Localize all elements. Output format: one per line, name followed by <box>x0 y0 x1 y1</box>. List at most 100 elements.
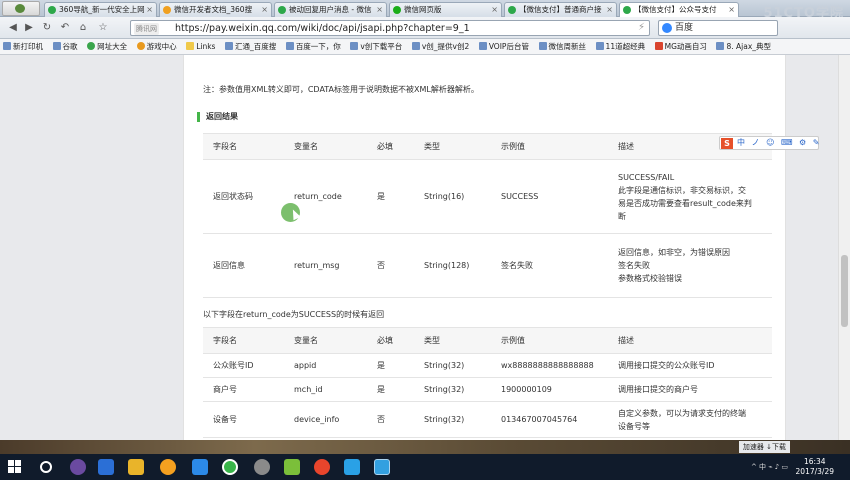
cortana-icon[interactable] <box>40 461 52 473</box>
search-box[interactable]: 百度 <box>658 20 778 36</box>
field-type: String(16) <box>414 159 491 234</box>
col-header: 类型 <box>414 327 491 354</box>
bookmark-item[interactable]: 网址大全 <box>84 39 131 54</box>
browser-360-icon[interactable] <box>222 459 238 475</box>
bookmark-item[interactable]: 8. Ajax_典型 <box>713 39 775 54</box>
page-icon <box>87 42 96 50</box>
bookmark-item[interactable]: VOIP后台管 <box>476 39 533 54</box>
app-icon[interactable] <box>344 459 360 475</box>
bookmark-item[interactable]: 微信周新丝 <box>536 39 591 54</box>
back-icon[interactable]: ◀ <box>6 21 20 35</box>
taskbar-clock[interactable]: 16:34 2017/3/29 <box>796 457 834 477</box>
tab-360-nav[interactable]: 360导航_新一代安全上网 × <box>44 2 157 17</box>
close-icon[interactable]: × <box>491 3 498 16</box>
bookmark-item[interactable]: Links <box>183 39 219 54</box>
sogou-logo-icon[interactable]: S <box>721 138 733 149</box>
col-header: 字段名 <box>203 327 284 354</box>
tab-wechat-web[interactable]: 微信网页版 × <box>389 2 502 17</box>
field-required: 是 <box>367 377 414 402</box>
system-tray[interactable]: ^ 中 ⌁ ♪ ▭ <box>751 462 788 472</box>
col-header: 必填 <box>367 327 414 354</box>
bookmark-item[interactable]: 游戏中心 <box>134 39 181 54</box>
bookmark-label: 游戏中心 <box>146 42 177 51</box>
browser-status[interactable]: 加速器 ↓下载 <box>738 441 790 453</box>
field-name: 返回信息 <box>203 233 284 298</box>
bookmark-item[interactable]: 新打印机 <box>0 39 47 54</box>
tab-favicon-icon <box>393 6 401 14</box>
success-fields-table: 字段名 变量名 必填 类型 示例值 描述 公众账号ID appid 是 Stri… <box>203 327 772 438</box>
bookmark-item[interactable]: v创_提供v创2 <box>409 39 473 54</box>
table-header-row: 字段名 变量名 必填 类型 示例值 描述 <box>203 327 772 354</box>
bookmark-label: VOIP后台管 <box>488 42 529 51</box>
desc-line: 返回信息，如非空，为错误原因 <box>618 248 730 257</box>
tab-wxpay-merchant[interactable]: 【微信支付】普通商户接 × <box>504 2 617 17</box>
app-icon[interactable] <box>192 459 208 475</box>
field-var: return_msg <box>284 233 367 298</box>
webstorm-icon[interactable] <box>374 459 390 475</box>
tab-passive-reply[interactable]: 被动回复用户消息 - 微信 × <box>274 2 387 17</box>
xml-note: 注：参数值用XML转义即可，CDATA标签用于说明数据不被XML解析器解析。 <box>203 85 479 94</box>
browser-logo-icon[interactable] <box>2 1 40 16</box>
field-var: mch_id <box>284 377 367 402</box>
col-header: 字段名 <box>203 133 284 160</box>
close-icon[interactable]: × <box>261 3 268 16</box>
ime-toolbar[interactable]: S 中 ノ ☺ ⌨ ⚙ ✎ <box>719 136 819 150</box>
windows-start-icon[interactable] <box>8 460 21 473</box>
col-header: 示例值 <box>491 133 608 160</box>
lightning-icon[interactable]: ⚡ <box>638 22 645 33</box>
bookmark-label: 网址大全 <box>97 42 128 51</box>
field-var: return_code <box>284 159 367 234</box>
tab-wechat-docs[interactable]: 微信开发者文档_360搜 × <box>159 2 272 17</box>
tab-favicon-icon <box>623 6 631 14</box>
file-explorer-icon[interactable] <box>128 459 144 475</box>
vertical-scrollbar[interactable] <box>838 55 850 440</box>
app-icon[interactable] <box>284 459 300 475</box>
bookmark-item[interactable]: v创下载平台 <box>347 39 406 54</box>
task-view-icon[interactable] <box>98 459 114 475</box>
ime-toolbar-items[interactable]: 中 ノ ☺ ⌨ ⚙ ✎ <box>737 137 821 149</box>
tab-label: 被动回复用户消息 - 微信 <box>289 5 372 14</box>
close-icon[interactable]: × <box>606 3 613 16</box>
navigation-bar: ◀ ▶ ↻ ↶ ⌂ ☆ 腾讯网 https://pay.weixin.qq.co… <box>0 17 850 39</box>
bookmark-item[interactable]: 百度一下，你 <box>283 39 345 54</box>
page-icon <box>285 42 294 50</box>
success-fields-note: 以下字段在return_code为SUCCESS的时候有返回 <box>203 310 385 319</box>
bookmark-item[interactable]: MG动画自习 <box>652 39 711 54</box>
refresh-icon[interactable]: ↻ <box>40 21 54 35</box>
bookmark-item[interactable]: 汇通_百度搜 <box>222 39 280 54</box>
field-desc: 调用接口提交的公众账号ID <box>608 353 772 378</box>
chrome-icon[interactable] <box>314 459 330 475</box>
page-icon <box>478 42 487 50</box>
page-icon <box>538 42 547 50</box>
address-bar[interactable]: 腾讯网 https://pay.weixin.qq.com/wiki/doc/a… <box>130 20 650 36</box>
scroll-thumb[interactable] <box>841 255 848 327</box>
field-example: 1900000109 <box>491 377 608 402</box>
clock-date: 2017/3/29 <box>795 467 834 476</box>
field-name: 返回状态码 <box>203 159 284 234</box>
bookmark-label: 11道超经典 <box>605 42 646 51</box>
qq-icon[interactable] <box>254 459 270 475</box>
close-icon[interactable]: × <box>376 3 383 16</box>
tab-favicon-icon <box>48 6 56 14</box>
bookmark-item[interactable]: 谷歌 <box>50 39 82 54</box>
col-header: 示例值 <box>491 327 608 354</box>
favorite-icon[interactable]: ☆ <box>96 21 110 35</box>
media-player-icon[interactable] <box>70 459 86 475</box>
field-example: 签名失败 <box>491 233 608 298</box>
close-icon[interactable]: × <box>146 3 153 16</box>
undo-icon[interactable]: ↶ <box>58 21 72 35</box>
desc-line: 此字段是通信标识，非交易标识，交 <box>618 185 746 195</box>
app-icon[interactable] <box>160 459 176 475</box>
field-example: 013467007045764 <box>491 401 608 438</box>
col-header: 类型 <box>414 133 491 160</box>
bookmark-item[interactable]: 11道超经典 <box>593 39 650 54</box>
field-name: 设备号 <box>203 401 284 438</box>
table-row: 公众账号ID appid 是 String(32) wx888888888888… <box>203 353 772 378</box>
baidu-icon <box>662 23 672 33</box>
forward-icon[interactable]: ▶ <box>22 21 36 35</box>
close-icon[interactable]: × <box>728 3 735 16</box>
tab-wxpay-jsapi[interactable]: 【微信支付】公众号支付 × <box>619 2 739 17</box>
table-row: 商户号 mch_id 是 String(32) 1900000109 调用接口提… <box>203 377 772 402</box>
address-url[interactable]: https://pay.weixin.qq.com/wiki/doc/api/j… <box>175 22 470 35</box>
home-icon[interactable]: ⌂ <box>76 21 90 35</box>
